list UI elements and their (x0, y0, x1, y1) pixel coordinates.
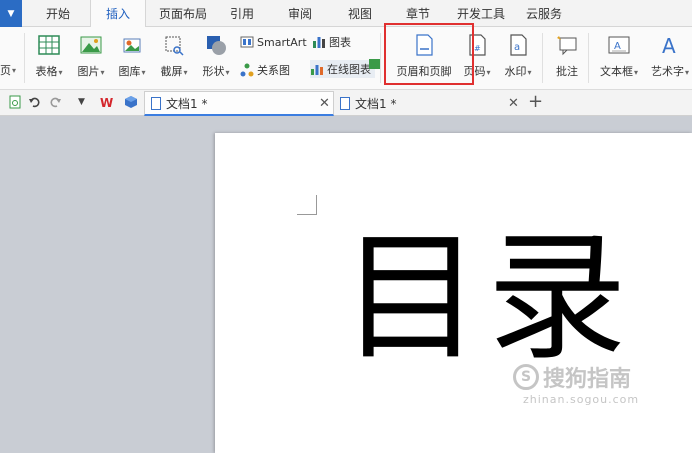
customize-dropdown-icon[interactable]: ▼ (78, 95, 92, 109)
tab-start[interactable]: 开始 (36, 0, 80, 27)
table-button[interactable]: 表格▾ (32, 27, 66, 79)
relation-chart-icon (240, 63, 254, 77)
shape-icon (204, 33, 228, 57)
screenshot-button[interactable]: 截屏▾ (156, 27, 192, 79)
chart-icon (312, 35, 326, 49)
watermark-icon: a (506, 33, 530, 57)
close-icon[interactable]: ✕ (508, 96, 519, 111)
cube-icon[interactable] (124, 95, 138, 109)
close-icon[interactable]: ✕ (319, 96, 330, 111)
document-workspace: 目录 S 搜狗指南 zhinan.sogou.com (0, 117, 692, 453)
menu-tab-bar: ▼ 开始 插入 页面布局 引用 审阅 视图 章节 开发工具 云服务 (0, 0, 692, 28)
page-button-partial[interactable]: 页 ▾ (0, 61, 16, 79)
document-icon (151, 96, 161, 110)
chart-label: 图表 (329, 36, 351, 49)
textbox-icon: A (607, 33, 631, 57)
doc-tab-label: 文档1 * (166, 96, 208, 111)
redo-icon[interactable] (48, 95, 62, 109)
document-icon (340, 97, 350, 110)
undo-icon[interactable] (28, 95, 42, 109)
relation-chart-label: 关系图 (257, 64, 290, 77)
doc-tab-active[interactable]: 文档1 * ✕ (144, 91, 334, 116)
doc-tab[interactable]: 文档1 * ✕ (334, 91, 524, 116)
sogou-logo-icon: S (513, 364, 539, 390)
print-preview-icon[interactable] (8, 95, 22, 109)
wordart-icon: A (658, 33, 682, 58)
textbox-button[interactable]: A 文本框▾ (596, 27, 642, 79)
online-chart-button[interactable]: 在线图表 (310, 59, 381, 78)
table-label: 表格 (35, 65, 58, 78)
ribbon-separator (542, 33, 543, 83)
comment-button[interactable]: 批注 (550, 27, 584, 79)
smartart-icon (240, 35, 254, 49)
svg-text:A: A (614, 41, 621, 52)
tab-cloud[interactable]: 云服务 (520, 0, 568, 27)
shape-label: 形状 (202, 65, 225, 78)
wordart-button[interactable]: A 艺术字▾ (648, 27, 692, 79)
online-chart-icon (310, 62, 324, 76)
table-icon (37, 33, 61, 57)
picture-button[interactable]: 图片▾ (74, 27, 108, 79)
insert-ribbon: 页 ▾ 表格▾ 图片▾ 图库▾ 截屏▾ 形状▾ SmartArt 图表 关系图 … (0, 27, 692, 90)
wordart-label: 艺术字 (650, 65, 684, 78)
gallery-icon (120, 33, 144, 57)
comment-label: 批注 (556, 65, 578, 78)
screenshot-label: 截屏 (160, 65, 183, 78)
screenshot-icon (162, 33, 186, 57)
watermark-url: zhinan.sogou.com (523, 393, 640, 406)
gallery-button[interactable]: 图库▾ (114, 27, 150, 79)
picture-icon (79, 33, 103, 57)
new-tab-icon[interactable]: + (528, 93, 543, 111)
tab-references[interactable]: 引用 (222, 0, 262, 27)
svg-text:a: a (514, 42, 520, 53)
tab-page-layout[interactable]: 页面布局 (150, 0, 216, 27)
svg-text:#: # (474, 44, 481, 53)
ribbon-separator (24, 33, 25, 83)
svg-text:A: A (662, 34, 676, 57)
shape-button[interactable]: 形状▾ (198, 27, 234, 79)
chart-button[interactable]: 图表 (312, 33, 351, 51)
relation-chart-button[interactable]: 关系图 (240, 61, 290, 79)
tab-view[interactable]: 视图 (340, 0, 380, 27)
ribbon-separator (380, 33, 381, 83)
picture-label: 图片 (77, 65, 100, 78)
textbox-label: 文本框 (599, 65, 633, 78)
sogou-watermark: S 搜狗指南 zhinan.sogou.com (513, 361, 639, 406)
highlight-box (384, 23, 474, 85)
document-page[interactable]: 目录 S 搜狗指南 zhinan.sogou.com (215, 133, 692, 453)
watermark-label: 水印 (504, 65, 527, 78)
document-tab-bar: ▼ W 文档1 * ✕ 文档1 * ✕ + (0, 90, 692, 116)
wps-logo-icon[interactable]: W (100, 95, 114, 110)
tab-insert[interactable]: 插入 (90, 0, 146, 28)
ribbon-separator (588, 33, 589, 83)
smartart-label: SmartArt (257, 35, 307, 49)
doc-tab-label: 文档1 * (355, 97, 397, 111)
watermark-button[interactable]: a 水印▾ (500, 27, 536, 79)
page-button-label: 页 (0, 64, 11, 77)
page-margin-marker (297, 195, 317, 215)
svg-text:W: W (100, 96, 113, 109)
menu-dropdown-icon[interactable]: ▼ (0, 0, 22, 27)
watermark-brand: 搜狗指南 (543, 367, 632, 392)
online-chart-label: 在线图表 (327, 63, 371, 76)
smartart-button[interactable]: SmartArt (240, 33, 307, 51)
document-heading[interactable]: 目录 (341, 229, 633, 369)
gallery-label: 图库 (118, 65, 141, 78)
tab-review[interactable]: 审阅 (280, 0, 320, 27)
comment-icon (555, 33, 579, 57)
